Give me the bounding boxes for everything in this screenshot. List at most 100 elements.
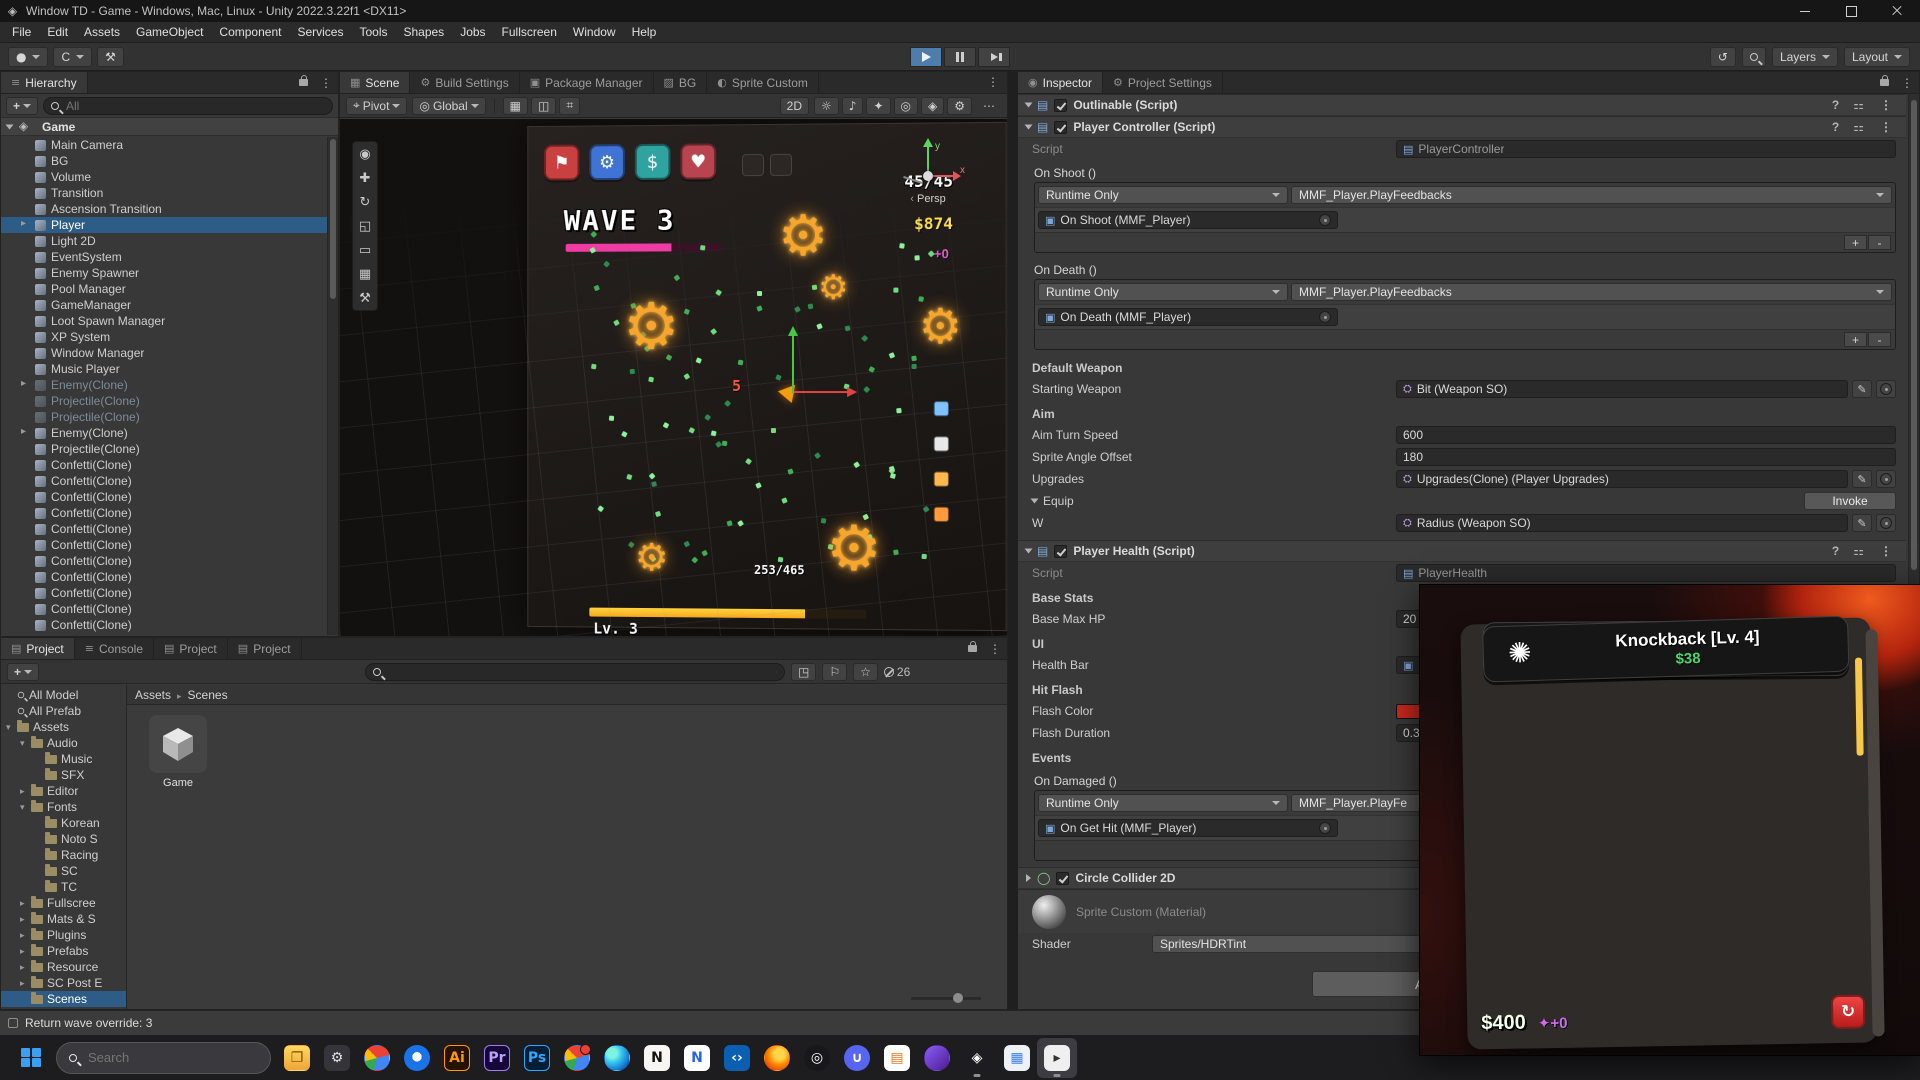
event-mode-dropdown[interactable]: Runtime Only	[1038, 186, 1288, 204]
foldout-icon[interactable]	[6, 124, 14, 129]
menu-item[interactable]: Services	[289, 23, 351, 41]
project-folder-item[interactable]: Resource	[1, 959, 126, 975]
event-function-dropdown[interactable]: MMF_Player.PlayFeedbacks	[1291, 186, 1892, 204]
tab-hierarchy[interactable]: ≡ Hierarchy	[1, 72, 88, 93]
create-asset-button[interactable]	[7, 663, 39, 681]
project-folder-item[interactable]: Editor	[1, 783, 126, 799]
scene-view-tab[interactable]: ◐ Sprite Custom	[707, 72, 819, 93]
project-folder-item[interactable]: Audio	[1, 735, 126, 751]
breadcrumb-root[interactable]: Assets	[135, 688, 171, 702]
scene-tool-button[interactable]: ◱	[353, 214, 377, 238]
taskbar-icon[interactable]	[917, 1038, 957, 1078]
close-button[interactable]	[1874, 0, 1920, 22]
hierarchy-item[interactable]: Music Player	[1, 361, 327, 377]
gizmo-x-axis[interactable]	[794, 391, 848, 393]
edit-icon[interactable]: ✎	[1852, 380, 1872, 398]
invoke-button[interactable]: Invoke	[1804, 492, 1896, 510]
project-folder-item[interactable]: Assets	[1, 719, 126, 735]
foldout-icon[interactable]	[1025, 125, 1033, 130]
taskbar-icon[interactable]: ‹›	[717, 1038, 757, 1078]
hierarchy-item[interactable]: Confetti(Clone)	[1, 473, 327, 489]
2d-toggle-button[interactable]: 2D	[780, 97, 809, 115]
scene-tool-button[interactable]: ◉	[353, 142, 377, 166]
help-icon[interactable]: ?	[1828, 544, 1843, 558]
taskbar-icon[interactable]: ▤	[877, 1038, 917, 1078]
menu-item[interactable]: Shapes	[395, 23, 452, 41]
search-by-label-button[interactable]: ⚐	[822, 663, 847, 681]
hierarchy-item[interactable]: Main Camera	[1, 137, 327, 153]
menu-item[interactable]: Edit	[39, 23, 76, 41]
hierarchy-item[interactable]: Confetti(Clone)	[1, 633, 327, 635]
w-weapon-field[interactable]: ⛭Radius (Weapon SO)	[1396, 514, 1848, 532]
hierarchy-search[interactable]	[43, 97, 333, 115]
taskbar-icon[interactable]: ⚙	[317, 1038, 357, 1078]
hierarchy-search-input[interactable]	[64, 98, 325, 114]
kebab-menu-icon[interactable]: ⋮	[1874, 98, 1898, 112]
object-picker-icon[interactable]	[1319, 822, 1331, 834]
scene-tool-button[interactable]: ▭	[353, 238, 377, 262]
taskbar-icon[interactable]	[757, 1038, 797, 1078]
hierarchy-item[interactable]: Ascension Transition	[1, 201, 327, 217]
object-picker-icon[interactable]	[1319, 311, 1331, 323]
hierarchy-item[interactable]: EventSystem	[1, 249, 327, 265]
object-picker-button[interactable]	[1876, 470, 1896, 488]
scene-header-row[interactable]: ◈ Game	[1, 118, 338, 136]
gizmo-y-axis[interactable]	[792, 335, 794, 393]
taskbar-icon[interactable]	[397, 1038, 437, 1078]
project-tab[interactable]: ▤ Project	[1, 638, 75, 659]
scene-toolbar-button[interactable]: ♪	[842, 97, 864, 115]
menu-item[interactable]: Assets	[76, 23, 128, 41]
project-folder-item[interactable]: Music	[1, 751, 126, 767]
scene-tool-button[interactable]: ▦	[353, 262, 377, 286]
lock-icon[interactable]	[1880, 79, 1889, 86]
foldout-icon[interactable]	[1025, 549, 1033, 554]
event-target-field[interactable]: ▣On Get Hit (MMF_Player)	[1038, 819, 1338, 837]
breadcrumb-current[interactable]: Scenes	[188, 688, 228, 702]
taskbar-icon[interactable]: Ps	[517, 1038, 557, 1078]
project-folder-item[interactable]: Noto S	[1, 831, 126, 847]
version-control-dropdown[interactable]: C	[53, 47, 92, 67]
step-button[interactable]	[978, 47, 1010, 67]
hierarchy-item[interactable]: Confetti(Clone)	[1, 569, 327, 585]
hierarchy-item[interactable]: BG	[1, 153, 327, 169]
taskbar-search[interactable]	[56, 1042, 271, 1074]
component-header-player-health[interactable]: ▤ Player Health (Script) ? ⚏ ⋮	[1018, 540, 1906, 562]
event-function-dropdown[interactable]: MMF_Player.PlayFeedbacks	[1291, 283, 1892, 301]
taskbar-icon[interactable]: ▸	[1037, 1038, 1077, 1078]
project-tab[interactable]: ▤ Project	[154, 638, 228, 659]
script-field[interactable]: ▤PlayerController	[1396, 140, 1896, 158]
project-folder-item[interactable]: Mats & S	[1, 911, 126, 927]
taskbar-icon[interactable]: N	[637, 1038, 677, 1078]
taskbar-icon[interactable]: ∪	[837, 1038, 877, 1078]
hierarchy-item[interactable]: Projectile(Clone)	[1, 441, 327, 457]
enabled-checkbox[interactable]	[1054, 121, 1067, 134]
preset-icon[interactable]: ⚏	[1849, 120, 1868, 134]
taskbar-icon[interactable]: N	[677, 1038, 717, 1078]
scene-view-tab[interactable]: ▨ BG	[654, 72, 708, 93]
layout-dropdown[interactable]: Layout	[1844, 47, 1910, 67]
remove-event-button[interactable]	[1868, 235, 1891, 250]
hierarchy-scrollbar[interactable]	[327, 137, 338, 635]
upgrades-field[interactable]: ⛭Upgrades(Clone) (Player Upgrades)	[1396, 470, 1848, 488]
foldout-icon[interactable]	[1031, 499, 1039, 504]
save-search-button[interactable]: ☆	[853, 663, 878, 681]
tab-project-settings[interactable]: ⚙ Project Settings	[1103, 72, 1223, 93]
scene-viewport[interactable]: ⚑ ⚙ $ ♥ WAVE 3 45/45 $874 +0 ⚙ ⚙ ⚙	[340, 119, 1007, 636]
event-target-field[interactable]: ▣On Death (MMF_Player)	[1038, 308, 1338, 326]
hierarchy-item[interactable]: Confetti(Clone)	[1, 505, 327, 521]
preset-icon[interactable]: ⚏	[1849, 98, 1868, 112]
project-folder-item[interactable]: SC	[1, 863, 126, 879]
snap-tool-button[interactable]: ◫	[531, 97, 556, 115]
taskbar-icon[interactable]: ◎	[797, 1038, 837, 1078]
start-button[interactable]	[12, 1039, 50, 1077]
enabled-checkbox[interactable]	[1054, 99, 1067, 112]
pause-button[interactable]	[944, 47, 976, 67]
hierarchy-item[interactable]: Transition	[1, 185, 327, 201]
menu-item[interactable]: Tools	[351, 23, 395, 41]
help-icon[interactable]: ?	[1828, 98, 1843, 112]
pivot-dropdown[interactable]: ⌖Pivot	[346, 97, 407, 115]
search-by-type-button[interactable]: ◳	[791, 663, 816, 681]
kebab-menu-icon[interactable]: ⋮	[1874, 544, 1898, 558]
menu-item[interactable]: Fullscreen	[494, 23, 565, 41]
taskbar-icon[interactable]	[597, 1038, 637, 1078]
